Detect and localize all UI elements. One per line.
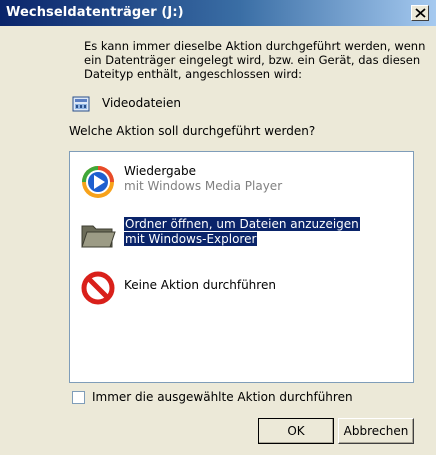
action-item-open-folder[interactable]: Ordner öffnen, um Dateien anzuzeigen mit… — [76, 215, 396, 255]
window-title: Wechseldatenträger (J:) — [6, 5, 184, 20]
always-do-checkbox-label[interactable]: Immer die ausgewählte Aktion durchführen — [92, 390, 353, 404]
close-button[interactable] — [411, 5, 429, 21]
always-do-checkbox[interactable] — [72, 391, 85, 404]
action-item-no-action[interactable]: Keine Aktion durchführen — [76, 268, 396, 308]
action-list[interactable]: Wiedergabe mit Windows Media Player Ordn… — [69, 151, 414, 383]
action-sublabel: mit Windows Media Player — [124, 179, 283, 193]
action-question: Welche Aktion soll durchgeführt werden? — [69, 124, 316, 138]
cancel-button[interactable]: Abbrechen — [338, 418, 414, 444]
info-line-2: ein Datenträger eingelegt wird, bzw. ein… — [84, 53, 421, 67]
video-file-icon — [72, 96, 90, 112]
info-text: Es kann immer dieselbe Aktion durchgefüh… — [84, 39, 428, 81]
action-label: Ordner öffnen, um Dateien anzuzeigen — [124, 217, 360, 231]
action-sublabel: mit Windows-Explorer — [124, 232, 258, 246]
action-label: Keine Aktion durchführen — [124, 278, 276, 292]
file-type-label: Videodateien — [102, 96, 182, 110]
title-bar[interactable]: Wechseldatenträger (J:) — [0, 0, 436, 26]
info-line-3: Dateityp enthält, angeschlossen wird: — [84, 67, 303, 81]
autoplay-dialog: Wechseldatenträger (J:) Es kann immer di… — [0, 0, 436, 455]
folder-icon — [80, 217, 116, 253]
action-item-play[interactable]: Wiedergabe mit Windows Media Player — [76, 162, 396, 202]
action-label: Wiedergabe — [124, 164, 197, 178]
info-line-1: Es kann immer dieselbe Aktion durchgefüh… — [84, 39, 426, 53]
media-player-icon — [80, 164, 116, 200]
close-icon — [415, 8, 426, 18]
ok-button[interactable]: OK — [258, 418, 334, 444]
no-action-icon — [80, 270, 116, 306]
